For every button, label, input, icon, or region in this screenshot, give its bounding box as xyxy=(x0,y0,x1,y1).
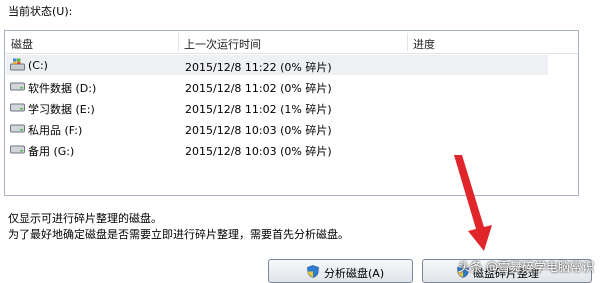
column-divider[interactable] xyxy=(178,33,179,51)
disk-last-run: 2015/12/8 11:22 (0% 碎片) xyxy=(185,61,332,74)
drive-icon xyxy=(10,82,25,91)
list-header: 磁盘 上一次运行时间 进度 xyxy=(5,31,578,54)
disk-name: 备用 (G:) xyxy=(28,145,75,158)
column-header-last-run[interactable]: 上一次运行时间 xyxy=(184,36,261,52)
disk-last-run: 2015/12/8 11:02 (1% 碎片) xyxy=(185,103,332,116)
shield-icon xyxy=(307,265,319,278)
current-status-label: 当前状态(U): xyxy=(8,5,73,18)
annotation-arrow xyxy=(454,155,492,251)
watermark: 头条 @雪舞碎学电脑常识 xyxy=(458,260,594,274)
drive-icon xyxy=(10,124,25,133)
windows-drive-icon xyxy=(10,58,25,71)
disk-last-run: 2015/12/8 10:03 (0% 碎片) xyxy=(185,124,332,137)
drive-icon xyxy=(10,103,25,112)
disk-row-e[interactable]: 学习数据 (E:) 2015/12/8 11:02 (1% 碎片) xyxy=(6,97,548,117)
disk-name: (C:) xyxy=(28,59,48,72)
disk-name: 软件数据 (D:) xyxy=(28,82,97,95)
note-defrag-only: 仅显示可进行碎片整理的磁盘。 xyxy=(8,212,162,225)
disk-name: 学习数据 (E:) xyxy=(28,103,95,116)
disk-row-c[interactable]: (C:) 2015/12/8 11:22 (0% 碎片) xyxy=(6,55,548,75)
column-header-disk[interactable]: 磁盘 xyxy=(11,36,33,52)
disk-name: 私用品 (F:) xyxy=(28,124,83,137)
analyze-disk-button[interactable]: 分析磁盘(A) xyxy=(268,259,413,283)
column-header-progress[interactable]: 进度 xyxy=(413,36,435,52)
note-analyze-first: 为了最好地确定磁盘是否需要立即进行碎片整理，需要首先分析磁盘。 xyxy=(8,228,349,241)
disk-last-run: 2015/12/8 10:03 (0% 碎片) xyxy=(185,145,332,158)
column-divider[interactable] xyxy=(407,33,408,51)
disk-row-d[interactable]: 软件数据 (D:) 2015/12/8 11:02 (0% 碎片) xyxy=(6,76,548,96)
analyze-disk-label: 分析磁盘(A) xyxy=(324,267,385,280)
disk-last-run: 2015/12/8 11:02 (0% 碎片) xyxy=(185,82,332,95)
drive-icon xyxy=(10,145,25,154)
disk-row-f[interactable]: 私用品 (F:) 2015/12/8 10:03 (0% 碎片) xyxy=(6,118,548,138)
